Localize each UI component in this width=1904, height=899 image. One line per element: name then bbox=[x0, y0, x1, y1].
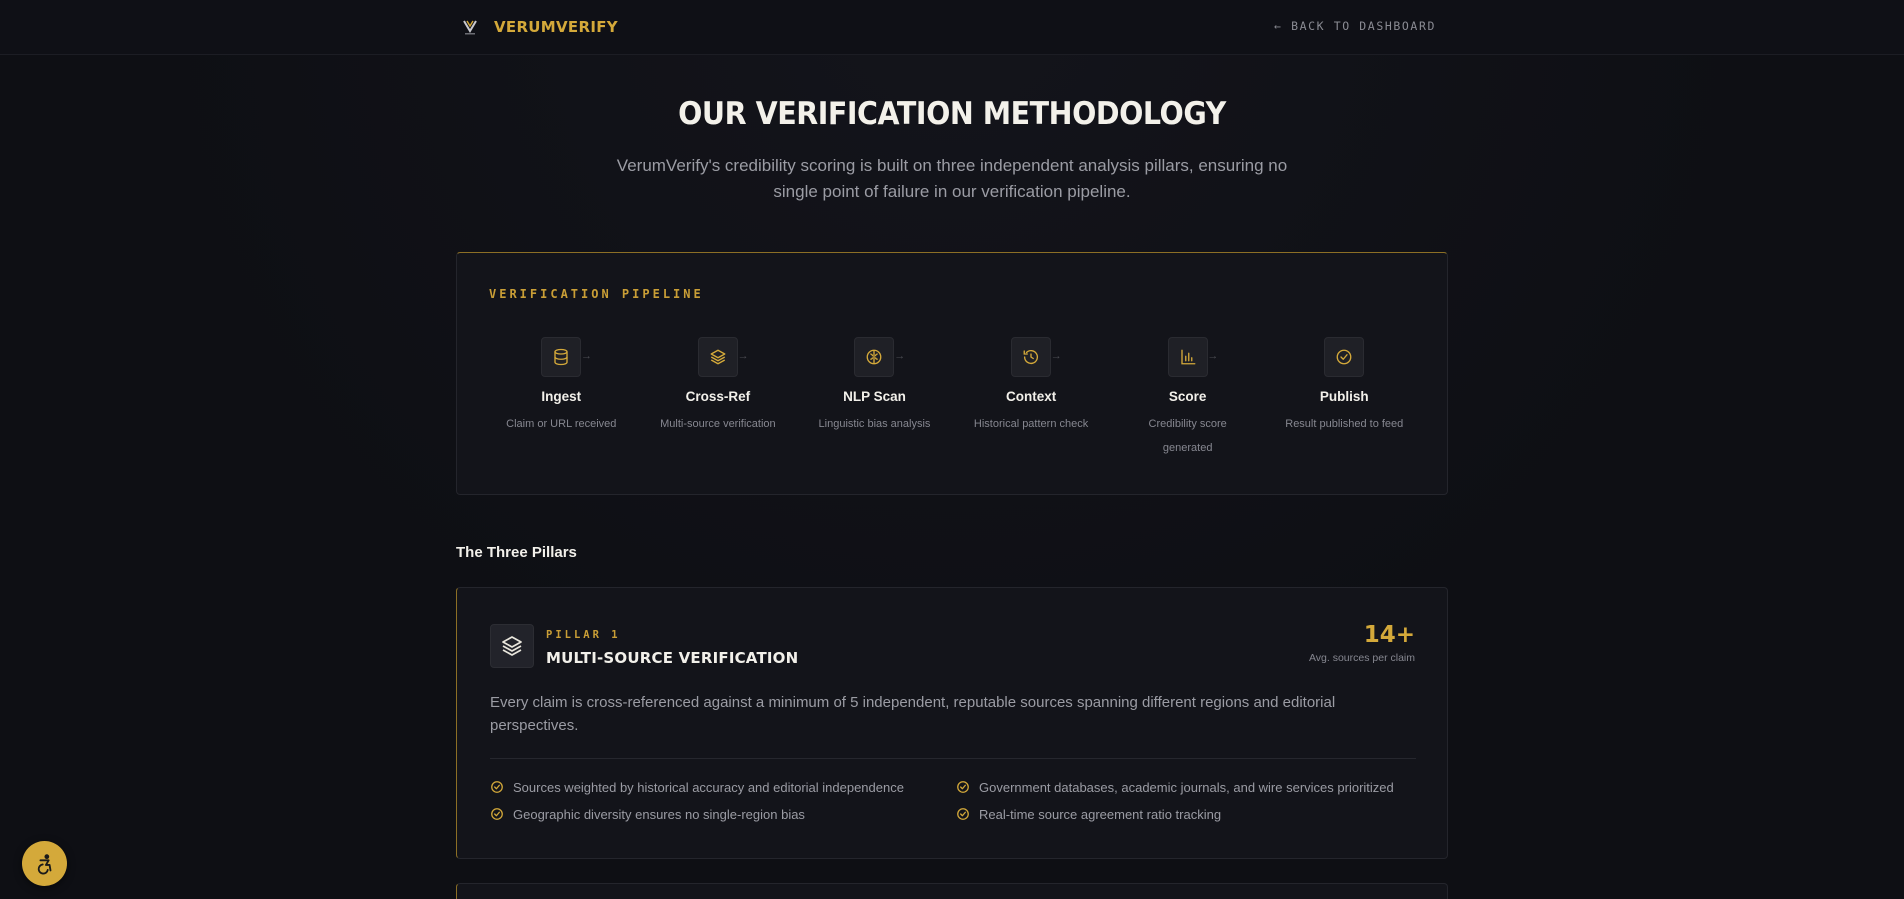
feature-text: Government databases, academic journals,… bbox=[979, 779, 1394, 795]
step-description: Historical pattern check bbox=[973, 418, 1089, 430]
step-description: Linguistic bias analysis bbox=[818, 418, 931, 430]
feature-text: Geographic diversity ensures no single-r… bbox=[513, 806, 805, 822]
database-icon bbox=[541, 337, 582, 377]
step-description: Credibility score generated bbox=[1148, 418, 1227, 454]
pillar-card: PILLAR 1 MULTI-SOURCE VERIFICATION 14+ A… bbox=[456, 587, 1448, 859]
step-description: Result published to feed bbox=[1285, 418, 1404, 430]
pipeline-label: VERIFICATION PIPELINE bbox=[489, 287, 704, 301]
step-description: Claim or URL received bbox=[506, 418, 617, 430]
brand[interactable]: VERUMVERIFY bbox=[458, 14, 618, 40]
step-description: Multi-source verification bbox=[660, 418, 776, 430]
accessibility-icon bbox=[37, 853, 51, 874]
arrow-right-icon: → bbox=[1207, 350, 1219, 362]
pillar-title: MULTI-SOURCE VERIFICATION bbox=[546, 649, 799, 667]
pipeline-step-ingest: → Ingest Claim or URL received bbox=[483, 337, 640, 460]
pillar-stat-label: Avg. sources per claim bbox=[1308, 652, 1415, 664]
step-title: Cross-Ref bbox=[685, 389, 751, 404]
check-circle-icon bbox=[956, 807, 970, 821]
step-title: Context bbox=[1005, 389, 1057, 404]
pipeline-step-score: → Score Credibility score generated bbox=[1109, 337, 1266, 460]
check-circle-icon bbox=[956, 780, 970, 794]
step-title: Score bbox=[1168, 389, 1207, 404]
pipeline-step-context: → Context Historical pattern check bbox=[953, 337, 1110, 460]
pillar-stat-value: 14+ bbox=[1363, 622, 1415, 648]
logo-icon bbox=[458, 15, 482, 39]
verification-pipeline-card: VERIFICATION PIPELINE → Ingest Claim or … bbox=[456, 252, 1448, 495]
feature-text: Real-time source agreement ratio trackin… bbox=[979, 806, 1222, 822]
arrow-right-icon: → bbox=[581, 350, 592, 362]
page-title: OUR VERIFICATION METHODOLOGY bbox=[678, 96, 1226, 132]
history-icon bbox=[1011, 337, 1052, 377]
pillar-kicker: PILLAR 1 bbox=[546, 629, 621, 641]
pillar-stat: 14+ Avg. sources per claim bbox=[1309, 622, 1415, 664]
layers-icon bbox=[697, 337, 738, 377]
layers-icon bbox=[490, 624, 534, 668]
feature-item: Real-time source agreement ratio trackin… bbox=[956, 806, 1416, 822]
feature-item: Geographic diversity ensures no single-r… bbox=[490, 806, 956, 822]
arrow-right-icon: → bbox=[894, 350, 906, 362]
section-title: The Three Pillars bbox=[456, 544, 577, 561]
feature-text: Sources weighted by historical accuracy … bbox=[513, 779, 904, 795]
check-circle-icon bbox=[490, 807, 504, 821]
page: VERUMVERIFY ← BACK TO DASHBOARD OUR VERI… bbox=[0, 0, 1904, 899]
pipeline-step-publish: Publish Result published to feed bbox=[1266, 337, 1423, 460]
step-title: Publish bbox=[1319, 389, 1369, 404]
brain-icon bbox=[854, 337, 895, 377]
pillar-feature-list: Sources weighted by historical accuracy … bbox=[490, 779, 1416, 822]
accessibility-button[interactable] bbox=[22, 841, 67, 886]
back-to-dashboard-link[interactable]: ← BACK TO DASHBOARD bbox=[1274, 19, 1436, 33]
pipeline-step-nlp-scan: → NLP Scan Linguistic bias analysis bbox=[796, 337, 953, 460]
pillar-description: Every claim is cross-referenced against … bbox=[490, 694, 1336, 734]
feature-item: Government databases, academic journals,… bbox=[956, 779, 1416, 795]
pipeline-step-cross-ref: → Cross-Ref Multi-source verification bbox=[640, 337, 797, 460]
divider bbox=[490, 758, 1416, 759]
arrow-right-icon: → bbox=[737, 350, 749, 362]
step-title: NLP Scan bbox=[843, 389, 906, 404]
top-navigation-bar: VERUMVERIFY ← BACK TO DASHBOARD bbox=[0, 0, 1904, 55]
brand-name: VERUMVERIFY bbox=[494, 18, 618, 36]
page-subtitle: VerumVerify's credibility scoring is bui… bbox=[616, 156, 1288, 201]
feature-item: Sources weighted by historical accuracy … bbox=[490, 779, 956, 795]
check-circle-icon bbox=[1324, 337, 1365, 377]
pillar-card-next bbox=[456, 883, 1448, 899]
pipeline-steps: → Ingest Claim or URL received → Cross-R… bbox=[483, 337, 1423, 460]
arrow-right-icon: → bbox=[1050, 350, 1062, 362]
step-title: Ingest bbox=[541, 389, 582, 404]
check-circle-icon bbox=[490, 780, 504, 794]
bar-chart-icon bbox=[1167, 337, 1208, 377]
